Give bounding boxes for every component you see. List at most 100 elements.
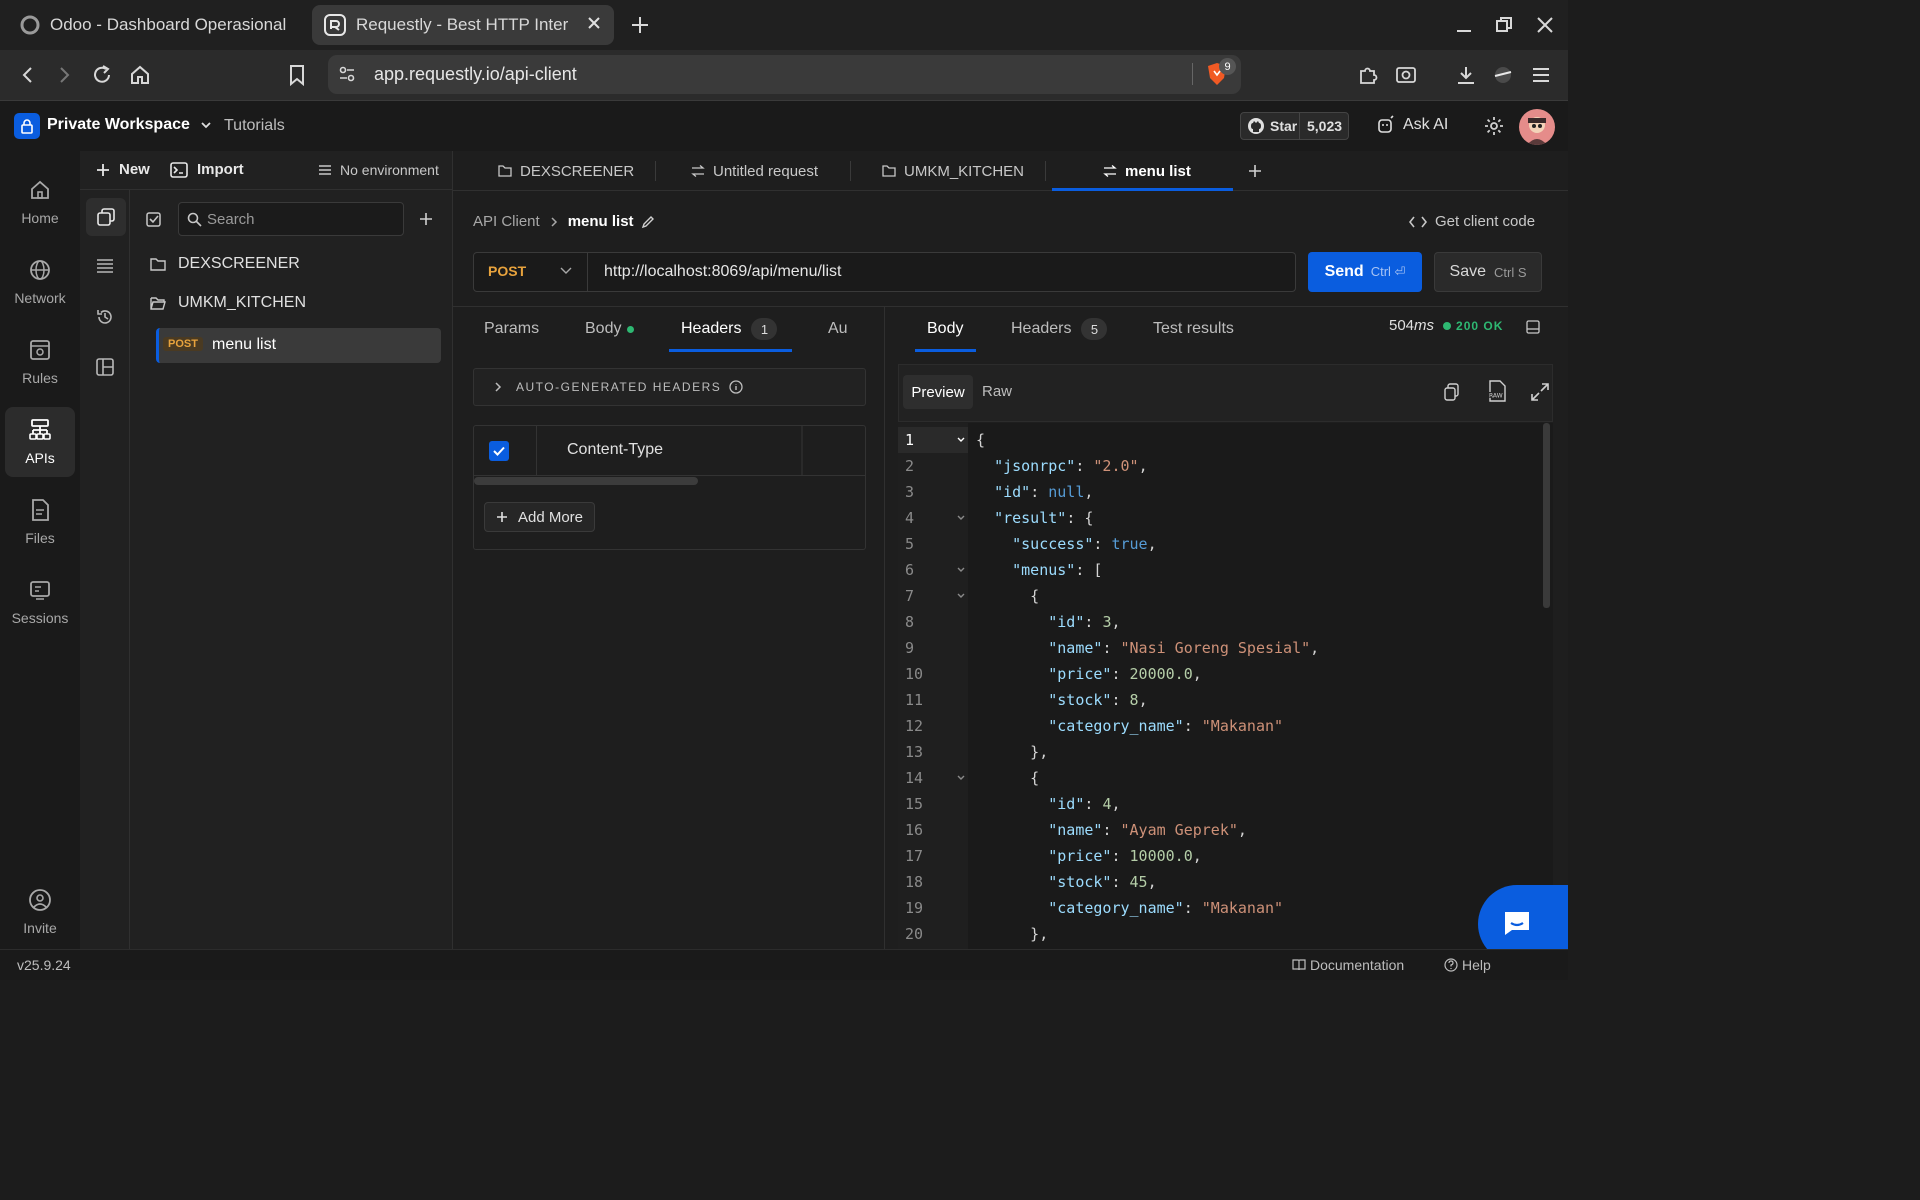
tab-dexscreener[interactable]: DEXSCREENER [498,151,634,191]
rail-invite[interactable]: Invite [5,877,75,947]
history-tab-icon[interactable] [96,308,114,326]
lock-icon [14,113,40,139]
tab-headers[interactable]: Headers 1 [681,307,778,351]
new-button[interactable]: New [96,161,150,178]
close-tab-icon[interactable] [586,15,602,31]
settings-gear-icon[interactable] [1484,116,1504,136]
collection-umkm-kitchen[interactable]: UMKM_KITCHEN [150,294,306,312]
app-header: Private Workspace Tutorials Star 5,023 A… [0,101,1568,151]
active-tab-indicator [1052,188,1233,191]
rail-home-label: Home [21,210,59,226]
tab-umkm-kitchen[interactable]: UMKM_KITCHEN [882,151,1024,191]
tab-params-label: Params [484,320,540,337]
new-request-tab-icon[interactable] [1248,164,1262,178]
method-select[interactable]: POST [474,253,588,291]
restore-icon[interactable] [1495,16,1513,34]
extensions-icon[interactable] [1355,62,1381,88]
get-client-code-button[interactable]: Get client code [1409,213,1535,230]
browser-tab-odoo[interactable]: Odoo - Dashboard Operasional [8,5,306,45]
download-icon[interactable] [1453,62,1479,88]
address-bar[interactable]: app.requestly.io/api-client 9 [328,55,1241,94]
header-key[interactable]: Content-Type [567,441,663,459]
tab-response-headers[interactable]: Headers 5 [1011,307,1108,351]
environment-selector[interactable]: No environment [317,162,439,178]
info-icon[interactable] [729,380,743,394]
editor-scrollbar[interactable] [1543,423,1550,608]
tab-params[interactable]: Params [484,307,539,351]
rail-sessions-label: Sessions [11,610,69,626]
documentation-link[interactable]: Documentation [1292,957,1404,973]
home-browser-icon[interactable] [127,62,153,88]
send-button[interactable]: Send Ctrl ⏎ [1308,252,1422,292]
forward-icon[interactable] [51,62,77,88]
new-tab-icon[interactable] [630,15,650,35]
auto-generated-headers-toggle[interactable]: AUTO-GENERATED HEADERS [473,368,866,406]
tab-body[interactable]: Body [585,307,635,351]
workspace-selector[interactable]: Private Workspace [47,116,212,134]
tab-auth[interactable]: Au [828,307,848,351]
rail-files[interactable]: Files [5,487,75,557]
code-line: "id": 3, [1048,613,1121,631]
environments-tab-icon[interactable] [96,258,114,274]
raw-toggle[interactable]: Raw [982,383,1012,400]
line-number: 16 [905,821,924,839]
site-settings-icon[interactable] [338,65,356,83]
ask-ai-button[interactable]: Ask AI [1377,115,1448,135]
expand-icon[interactable] [1531,383,1549,401]
request-item-menu-list[interactable]: POST menu list [156,328,441,363]
edit-pencil-icon[interactable] [641,215,655,229]
add-collection-icon[interactable] [419,212,433,226]
fold-chevron-icon[interactable] [957,514,965,522]
rail-sessions[interactable]: Sessions [5,567,75,637]
rail-apis[interactable]: APIs [5,407,75,477]
help-link[interactable]: Help [1444,957,1491,973]
url-input[interactable]: http://localhost:8069/api/menu/list [604,263,841,281]
copy-icon[interactable] [1444,383,1460,401]
tab-test-results[interactable]: Test results [1153,307,1234,351]
swap-icon [691,165,713,177]
rail-rules[interactable]: Rules [5,327,75,397]
vpn-icon[interactable] [1490,62,1516,88]
preview-toggle[interactable]: Preview [903,375,973,409]
line-number: 18 [905,873,924,891]
tab-menu-list[interactable]: menu list [1103,151,1191,191]
minimize-icon[interactable] [1455,17,1473,35]
menu-icon[interactable] [1528,62,1554,88]
tab-untitled-request[interactable]: Untitled request [691,151,818,191]
add-more-button[interactable]: Add More [484,502,595,532]
test-results-label: Test results [1153,320,1234,337]
reload-icon[interactable] [89,62,115,88]
fold-chevron-icon[interactable] [957,566,965,574]
layout-tab-icon[interactable] [96,358,114,376]
fold-chevron-icon[interactable] [957,592,965,600]
collections-tab-icon[interactable] [86,198,126,236]
tutorials-link[interactable]: Tutorials [224,117,285,135]
close-window-icon[interactable] [1536,16,1554,34]
import-button[interactable]: Import [170,161,244,178]
bookmark-icon[interactable] [284,62,310,88]
rail-home[interactable]: Home [5,167,75,237]
back-icon[interactable] [15,62,41,88]
rail-network[interactable]: Network [5,247,75,317]
pane-divider[interactable] [884,307,885,949]
line-number: 10 [905,665,924,683]
screenshot-icon[interactable] [1393,62,1419,88]
save-button[interactable]: Save Ctrl S [1434,252,1542,292]
plus-icon [96,163,110,177]
select-check-icon[interactable] [146,210,164,228]
browser-tab-requestly[interactable]: Requestly - Best HTTP Inter [312,5,614,45]
response-code-editor[interactable]: 1{2 "jsonrpc": "2.0", 3 "id": null, 4 "res… [898,423,1553,949]
avatar[interactable] [1519,109,1555,145]
raw-file-icon[interactable]: RAW [1487,380,1507,402]
breadcrumb-root[interactable]: API Client [473,213,540,230]
horizontal-scrollbar[interactable] [474,477,698,485]
fold-chevron-icon[interactable] [957,436,965,444]
fold-chevron-icon[interactable] [957,774,965,782]
rail-rules-label: Rules [22,370,58,386]
github-star-button[interactable]: Star 5,023 [1240,112,1349,140]
collection-dexscreener[interactable]: DEXSCREENER [150,255,300,273]
tab-response-body[interactable]: Body [927,307,963,351]
search-input[interactable]: Search [178,202,404,236]
toggle-panel-icon[interactable] [1526,320,1540,334]
header-row-checkbox[interactable] [489,441,509,461]
